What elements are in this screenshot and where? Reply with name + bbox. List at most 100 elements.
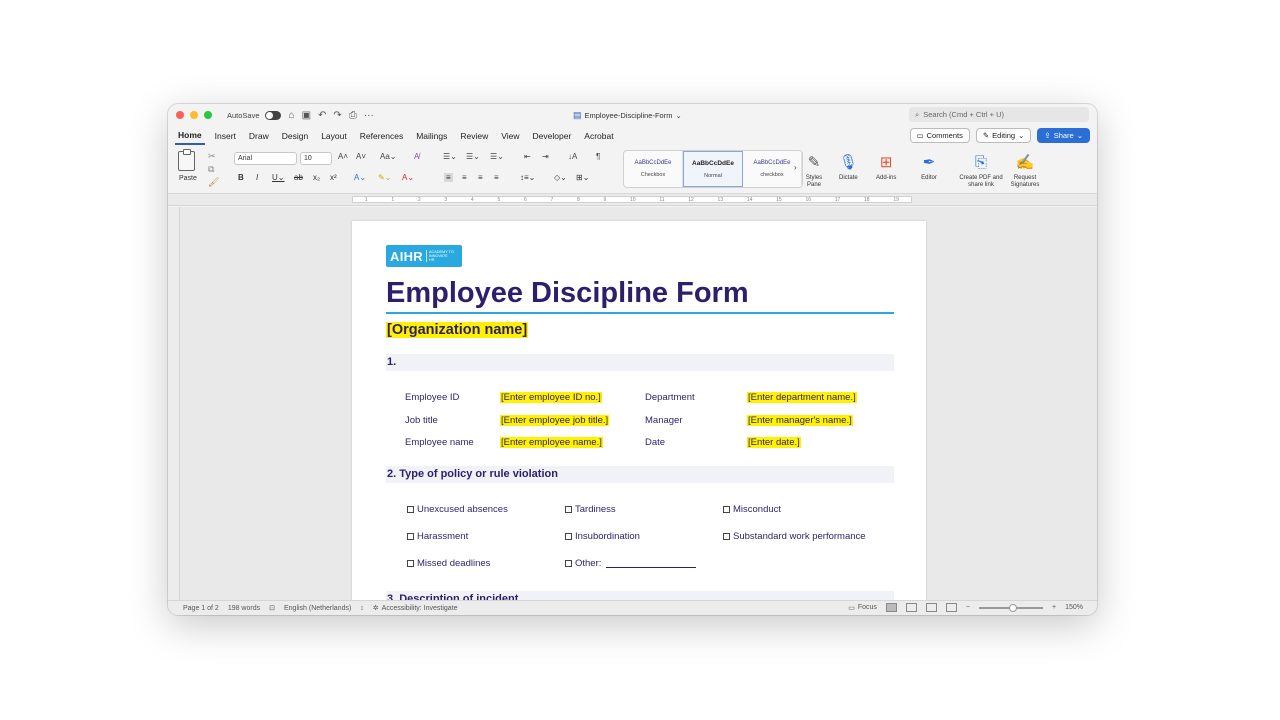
- align-left-icon[interactable]: ≡: [444, 173, 453, 182]
- tab-layout[interactable]: Layout: [318, 128, 350, 144]
- focus-button[interactable]: Focus: [858, 604, 877, 611]
- style-normal[interactable]: AaBbCcDdEe Normal: [683, 151, 743, 187]
- show-formatting-icon[interactable]: ¶: [596, 152, 600, 161]
- word-count[interactable]: 198 words: [228, 605, 260, 612]
- multilevel-list-icon[interactable]: ☰⌄: [490, 152, 504, 161]
- tab-mailings[interactable]: Mailings: [413, 128, 450, 144]
- minimize-window-button[interactable]: [190, 111, 198, 119]
- checkbox-other[interactable]: Other:: [565, 558, 697, 569]
- checkbox-icon[interactable]: [565, 560, 572, 567]
- italic-icon[interactable]: I: [256, 173, 258, 182]
- tab-design[interactable]: Design: [279, 128, 311, 144]
- checkbox-icon[interactable]: [407, 560, 414, 567]
- outline-view-icon[interactable]: [925, 603, 937, 612]
- zoom-out-icon[interactable]: −: [966, 604, 970, 611]
- checkbox-unexcused-absences[interactable]: Unexcused absences: [407, 504, 508, 515]
- checkbox-missed-deadlines[interactable]: Missed deadlines: [407, 558, 490, 569]
- section-1-heading[interactable]: 1.: [386, 354, 894, 371]
- numbering-icon[interactable]: ☰⌄: [466, 152, 480, 161]
- job-title-field[interactable]: [Enter employee job title.]: [500, 415, 610, 426]
- checkbox-icon[interactable]: [407, 506, 414, 513]
- zoom-slider-knob[interactable]: [1009, 603, 1017, 612]
- horizontal-ruler[interactable]: 1 1 2 3 4 5 6 7 8 9 10 11 12 13 14 15 16 17 18 19: [168, 194, 1097, 206]
- vertical-ruler[interactable]: [168, 207, 180, 600]
- form-title[interactable]: Employee Discipline Form: [386, 277, 749, 310]
- text-effects-icon[interactable]: A⌄: [354, 173, 366, 182]
- checkbox-substandard-work[interactable]: Substandard work performance: [723, 531, 866, 542]
- bullets-icon[interactable]: ☰⌄: [443, 152, 457, 161]
- line-spacing-icon[interactable]: ↕≡⌄: [520, 173, 535, 182]
- create-pdf-button[interactable]: ⎘ Create PDF and share link: [958, 152, 1004, 189]
- page-count[interactable]: Page 1 of 2: [183, 605, 219, 612]
- comments-button[interactable]: ▭ Comments: [909, 128, 970, 143]
- sort-icon[interactable]: ↓A: [568, 152, 577, 161]
- checkbox-misconduct[interactable]: Misconduct: [723, 504, 781, 515]
- decrease-indent-icon[interactable]: ⇤: [524, 152, 531, 161]
- print-layout-icon[interactable]: [885, 603, 897, 612]
- ruler-track[interactable]: 1 1 2 3 4 5 6 7 8 9 10 11 12 13 14 15 16 17 18 19: [352, 196, 912, 203]
- subscript-icon[interactable]: x₂: [313, 173, 320, 182]
- checkbox-icon[interactable]: [407, 533, 414, 540]
- document-title[interactable]: ▤ Employee-Discipline-Form ⌄: [573, 110, 682, 121]
- shading-icon[interactable]: ◇⌄: [554, 173, 567, 182]
- borders-icon[interactable]: ⊞⌄: [576, 173, 589, 182]
- manager-field[interactable]: [Enter manager's name.]: [747, 415, 853, 426]
- font-size-select[interactable]: 10: [300, 152, 332, 165]
- employee-id-field[interactable]: [Enter employee ID no.]: [500, 392, 602, 403]
- other-text-line[interactable]: [606, 559, 697, 568]
- autosave-toggle[interactable]: [264, 110, 281, 120]
- font-name-select[interactable]: Arial: [234, 152, 297, 165]
- strikethrough-icon[interactable]: ab: [294, 173, 303, 182]
- clear-formatting-icon[interactable]: A̸: [414, 152, 419, 161]
- paste-icon[interactable]: [178, 149, 195, 171]
- tab-review[interactable]: Review: [457, 128, 491, 144]
- bold-icon[interactable]: B: [238, 173, 244, 182]
- cut-icon[interactable]: ✂: [208, 151, 216, 162]
- editor-button[interactable]: ✒ Editor: [920, 152, 938, 182]
- checkbox-harassment[interactable]: Harassment: [407, 531, 468, 542]
- accessibility-icon[interactable]: ✲: [373, 604, 379, 612]
- change-case-icon[interactable]: Aa⌄: [380, 152, 397, 161]
- draft-view-icon[interactable]: [945, 603, 957, 612]
- style-checkbox-upper[interactable]: AaBbCcDdEe Checkbox: [624, 151, 683, 187]
- checkbox-icon[interactable]: [565, 533, 572, 540]
- dictate-button[interactable]: 🎙 Dictate: [839, 152, 858, 182]
- tab-view[interactable]: View: [498, 128, 522, 144]
- increase-indent-icon[interactable]: ⇥: [542, 152, 549, 161]
- language[interactable]: English (Netherlands): [284, 605, 351, 612]
- styles-pane-button[interactable]: ✎ Styles Pane: [800, 152, 828, 189]
- checkbox-tardiness[interactable]: Tardiness: [565, 504, 616, 515]
- web-layout-icon[interactable]: [905, 603, 917, 612]
- zoom-level[interactable]: 150%: [1065, 604, 1083, 611]
- chevron-right-icon[interactable]: ›: [794, 163, 797, 172]
- request-signatures-button[interactable]: ✍ Request Signatures: [1006, 152, 1044, 189]
- tab-insert[interactable]: Insert: [212, 128, 239, 144]
- format-painter-icon[interactable]: 🖌: [208, 177, 219, 188]
- search-box[interactable]: ⌕ Search (Cmd + Ctrl + U): [909, 107, 1089, 122]
- print-icon[interactable]: ⎙: [349, 110, 357, 121]
- accessibility-status[interactable]: Accessibility: Investigate: [382, 605, 458, 612]
- checkbox-icon[interactable]: [723, 533, 730, 540]
- organization-name-field[interactable]: [Organization name]: [386, 322, 529, 338]
- zoom-window-button[interactable]: [204, 111, 212, 119]
- section-2-heading[interactable]: 2. Type of policy or rule violation: [386, 466, 894, 483]
- shrink-font-icon[interactable]: A˅: [356, 152, 366, 161]
- text-predictions-icon[interactable]: ↕: [360, 605, 364, 612]
- grow-font-icon[interactable]: A˄: [338, 152, 348, 161]
- tab-developer[interactable]: Developer: [530, 128, 575, 144]
- zoom-in-icon[interactable]: +: [1052, 604, 1056, 611]
- save-icon[interactable]: ▣: [302, 110, 311, 121]
- checkbox-icon[interactable]: [565, 506, 572, 513]
- align-right-icon[interactable]: ≡: [478, 173, 483, 182]
- checkbox-insubordination[interactable]: Insubordination: [565, 531, 640, 542]
- addins-button[interactable]: ⊞ Add-ins: [876, 152, 896, 182]
- justify-icon[interactable]: ≡: [494, 173, 499, 182]
- font-color-icon[interactable]: A⌄: [402, 173, 414, 182]
- tab-home[interactable]: Home: [175, 127, 205, 145]
- proofing-icon[interactable]: ⊡: [269, 604, 275, 612]
- tab-acrobat[interactable]: Acrobat: [581, 128, 616, 144]
- home-icon[interactable]: ⌂: [289, 110, 295, 121]
- checkbox-icon[interactable]: [723, 506, 730, 513]
- copy-icon[interactable]: ⧉: [208, 164, 214, 175]
- highlight-icon[interactable]: ✎⌄: [378, 173, 391, 182]
